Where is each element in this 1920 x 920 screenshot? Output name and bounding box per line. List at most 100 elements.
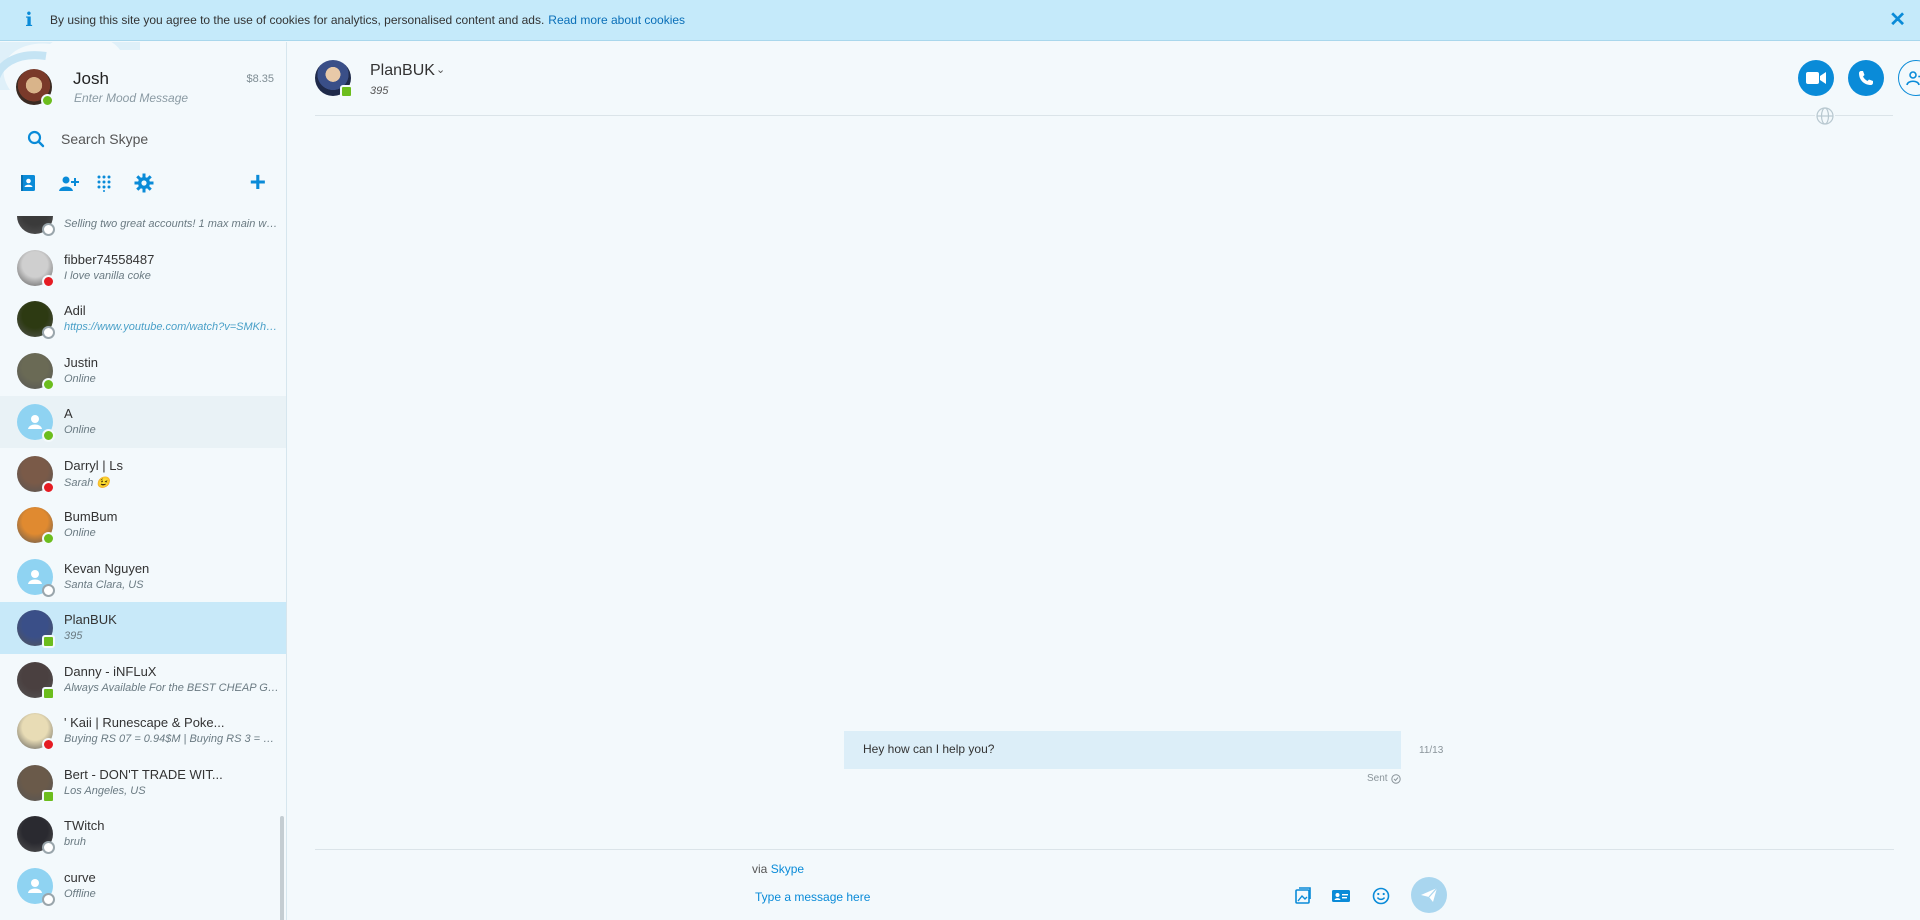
message-bubble[interactable]: Hey how can I help you? <box>844 731 1401 769</box>
via-brand[interactable]: Skype <box>771 862 804 876</box>
contact-avatar <box>17 661 55 700</box>
contact-list: Selling two great accounts! 1 max main w… <box>0 216 286 920</box>
add-people-button[interactable] <box>1898 60 1920 96</box>
message-timestamp: 11/13 <box>1419 745 1444 756</box>
add-contact-button[interactable] <box>58 168 96 198</box>
status-busy-icon <box>42 274 55 288</box>
chat-contact-mood: 395 <box>370 85 389 97</box>
status-online-icon <box>42 429 55 442</box>
contact-mood: Online <box>64 527 96 539</box>
contact-name: TWitch <box>64 818 105 833</box>
contact-name: ' Kaii | Runescape & Poke... <box>64 715 225 730</box>
message-input[interactable]: Type a message here <box>755 890 870 904</box>
contact-item[interactable]: PlanBUK 395 <box>0 602 286 654</box>
send-icon <box>1421 887 1438 902</box>
emoticon-button[interactable] <box>1369 884 1393 908</box>
contact-item[interactable]: Adil https://www.youtube.com/watch?v=SMKh… <box>0 293 286 345</box>
contact-mood: Online <box>64 372 96 385</box>
status-busy-icon <box>42 480 55 494</box>
contact-mood: Sarah 😉 <box>64 476 111 489</box>
contact-name: Adil <box>64 303 86 318</box>
chat-avatar[interactable] <box>315 60 353 98</box>
settings-button[interactable] <box>134 168 172 198</box>
via-label: via Skype <box>752 862 804 876</box>
contact-avatar <box>17 610 55 648</box>
settings-icon <box>134 173 154 193</box>
contact-item[interactable]: Justin Online <box>0 345 286 397</box>
contact-name: fibber74558487 <box>64 251 155 267</box>
contact-name: Danny - iNFLuX <box>64 663 157 679</box>
dialpad-icon <box>97 175 111 192</box>
mood-message-field[interactable]: Enter Mood Message <box>74 91 188 105</box>
add-contact-icon <box>59 176 79 191</box>
contact-mood: 395 <box>64 630 83 642</box>
status-mobile-icon <box>42 789 55 803</box>
contacts-button[interactable] <box>20 168 58 198</box>
sidebar-scrollbar[interactable] <box>280 816 284 920</box>
chevron-down-icon[interactable]: ⌄ <box>436 63 445 76</box>
contact-name: Kevan Nguyen <box>64 560 150 576</box>
video-call-icon <box>1806 72 1826 84</box>
contact-name: A <box>64 406 73 421</box>
contact-avatar <box>17 301 55 339</box>
user-name[interactable]: Josh <box>73 69 109 89</box>
contact-item[interactable]: A Online <box>0 396 286 448</box>
status-online-icon <box>42 377 55 391</box>
contact-avatar <box>17 764 55 803</box>
status-offline-icon <box>42 892 55 906</box>
status-offline-icon <box>42 223 55 236</box>
contact-name: Bert - DON'T TRADE WIT... <box>64 766 223 782</box>
contact-avatar <box>17 867 55 906</box>
contact-item[interactable]: BumBum Online <box>0 499 286 551</box>
send-file-button[interactable] <box>1291 884 1315 908</box>
contact-avatar <box>17 455 55 494</box>
contact-mood: I love vanilla coke <box>64 269 151 282</box>
contact-avatar <box>17 816 55 854</box>
search-bar[interactable]: Search Skype <box>0 117 286 160</box>
sidebar: Josh Enter Mood Message $8.35 Search Sky… <box>0 42 287 920</box>
contact-item[interactable]: Kevan Nguyen Santa Clara, US <box>0 551 286 603</box>
send-contact-button[interactable] <box>1329 884 1353 908</box>
user-avatar[interactable] <box>16 69 54 107</box>
info-icon: i <box>25 9 33 31</box>
skype-credit[interactable]: $8.35 <box>246 73 274 85</box>
dialpad-button[interactable] <box>96 168 134 198</box>
message-status: Sent <box>1367 773 1401 784</box>
checkmark-icon <box>1390 773 1401 784</box>
chat-contact-name[interactable]: PlanBUK <box>370 62 435 80</box>
contact-avatar <box>17 507 55 545</box>
contact-item[interactable]: Bert - DON'T TRADE WIT... Los Angeles, US <box>0 757 286 809</box>
video-call-button[interactable] <box>1798 60 1834 96</box>
contact-name: Justin <box>64 354 98 370</box>
contact-item[interactable]: fibber74558487 I love vanilla coke <box>0 242 286 294</box>
cookie-link[interactable]: Read more about cookies <box>548 13 685 27</box>
send-contact-icon <box>1332 890 1350 902</box>
globe-icon <box>1815 106 1835 126</box>
contact-item[interactable]: ' Kaii | Runescape & Poke... Buying RS 07… <box>0 705 286 757</box>
send-file-icon <box>1295 887 1311 904</box>
contact-item[interactable]: Darryl | Ls Sarah 😉 <box>0 448 286 500</box>
contact-item[interactable]: curve Offline <box>0 860 286 912</box>
close-icon[interactable]: ✕ <box>1889 10 1906 30</box>
contact-avatar <box>17 713 55 751</box>
contact-avatar <box>17 216 55 236</box>
contact-mood: Offline <box>64 887 96 900</box>
call-button[interactable] <box>1848 60 1884 96</box>
contact-name: BumBum <box>64 509 118 524</box>
message-status-text: Sent <box>1367 773 1388 784</box>
status-mobile-icon <box>42 686 55 700</box>
contact-avatar <box>17 352 55 391</box>
status-mobile-icon <box>42 635 55 648</box>
contact-name: Darryl | Ls <box>64 457 123 473</box>
contacts-icon <box>21 175 35 191</box>
search-input[interactable]: Search Skype <box>61 131 148 147</box>
contact-mood: Online <box>64 424 96 436</box>
new-conversation-icon[interactable]: + <box>250 168 266 196</box>
send-button[interactable] <box>1411 877 1447 913</box>
call-icon <box>1859 71 1873 85</box>
chat-panel: PlanBUK ⌄ 395 <box>288 42 1920 920</box>
contact-item[interactable]: TWitch bruh <box>0 808 286 860</box>
contact-item[interactable]: Danny - iNFLuX Always Available For the B… <box>0 654 286 706</box>
contact-item[interactable]: Selling two great accounts! 1 max main w… <box>0 216 286 242</box>
sidebar-toolbar: + <box>0 160 286 206</box>
